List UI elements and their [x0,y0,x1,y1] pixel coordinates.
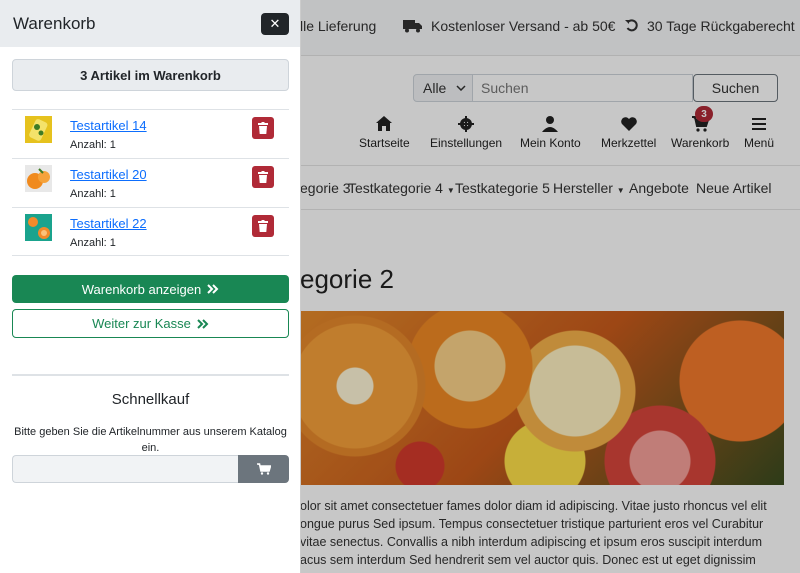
product-thumbnail [25,214,52,241]
trash-icon [258,220,268,232]
drawer-header: Warenkorb ✕ [0,0,300,47]
cart-drawer: Warenkorb ✕ 3 Artikel im Warenkorb Testa… [0,0,301,573]
double-chevron-right-icon [207,284,219,294]
close-button[interactable]: ✕ [261,12,289,35]
article-number-input[interactable] [12,455,239,483]
cart-item: Testartikel 20 Anzahl: 1 [12,158,289,207]
remove-item-button[interactable] [252,166,274,188]
cart-item: Testartikel 22 Anzahl: 1 [12,207,289,256]
product-thumbnail [25,116,52,143]
product-link[interactable]: Testartikel 22 [70,216,147,231]
product-link[interactable]: Testartikel 14 [70,118,147,133]
trash-icon [258,171,268,183]
product-thumbnail [25,165,52,192]
trash-icon [258,122,268,134]
checkout-button-label: Weiter zur Kasse [92,316,191,331]
remove-item-button[interactable] [252,117,274,139]
product-quantity: Anzahl: 1 [70,139,116,151]
section-divider [12,374,289,376]
double-chevron-right-icon [197,318,209,329]
cart-icon [256,463,271,475]
quick-buy-description: Bitte geben Sie die Artikelnummer aus un… [14,426,287,454]
show-cart-button[interactable]: Warenkorb anzeigen [12,275,289,303]
cart-item-list: Testartikel 14 Anzahl: 1 Testartikel 20 … [12,109,289,256]
quick-buy-button[interactable] [238,455,289,483]
show-cart-button-label: Warenkorb anzeigen [81,281,202,297]
close-icon: ✕ [269,15,281,31]
modal-backdrop[interactable] [300,0,800,573]
product-quantity: Anzahl: 1 [70,237,116,249]
cart-item: Testartikel 14 Anzahl: 1 [12,109,289,158]
drawer-title: Warenkorb [13,13,96,33]
product-link[interactable]: Testartikel 20 [70,167,147,182]
cart-count-label: 3 Artikel im Warenkorb [12,59,289,91]
quick-buy-title: Schnellkauf [111,391,190,408]
checkout-button[interactable]: Weiter zur Kasse [12,309,289,338]
remove-item-button[interactable] [252,215,274,237]
product-quantity: Anzahl: 1 [70,188,116,200]
